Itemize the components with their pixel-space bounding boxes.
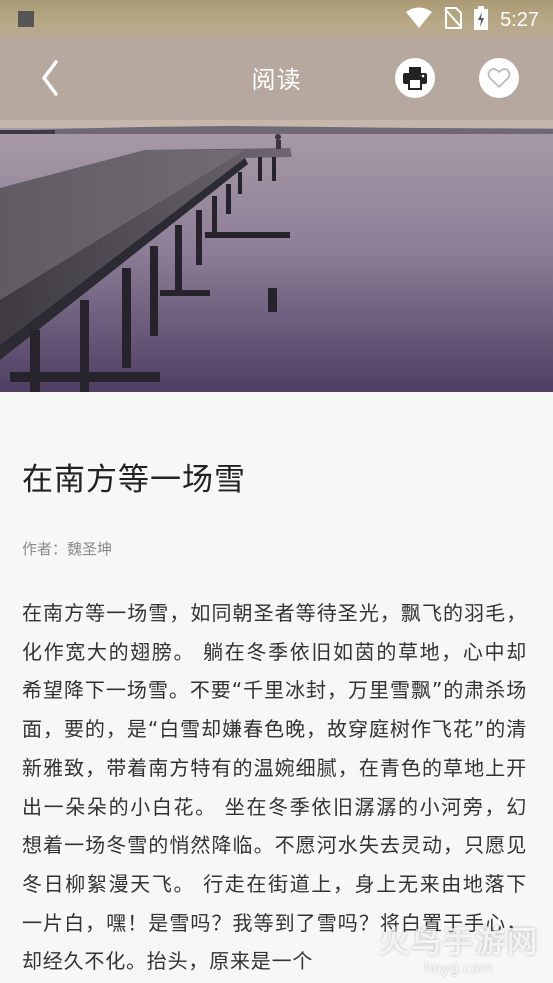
- heart-icon: [487, 68, 511, 88]
- app-bar: 阅读: [0, 38, 553, 118]
- notification-square-icon: [18, 11, 34, 27]
- article-author: 作者：魏圣坤: [22, 540, 113, 558]
- print-icon: [403, 67, 427, 90]
- no-sim-icon: [444, 7, 463, 33]
- watermark-logo: 火鸟手游网: [379, 925, 539, 960]
- favorite-button[interactable]: [479, 58, 519, 98]
- watermark-url: hnyg.com: [423, 961, 493, 977]
- article-content: 在南方等一场雪 作者：魏圣坤 在南方等一场雪，如同朝圣者等待圣光，飘飞的羽毛，化…: [0, 392, 553, 983]
- wifi-icon: [406, 7, 433, 33]
- battery-charging-icon: [474, 6, 489, 34]
- status-bar: 5:27: [0, 0, 553, 38]
- article-title: 在南方等一场雪: [22, 462, 246, 498]
- status-time: 5:27: [500, 8, 539, 31]
- print-button[interactable]: [395, 58, 435, 98]
- page-title: 阅读: [251, 66, 302, 94]
